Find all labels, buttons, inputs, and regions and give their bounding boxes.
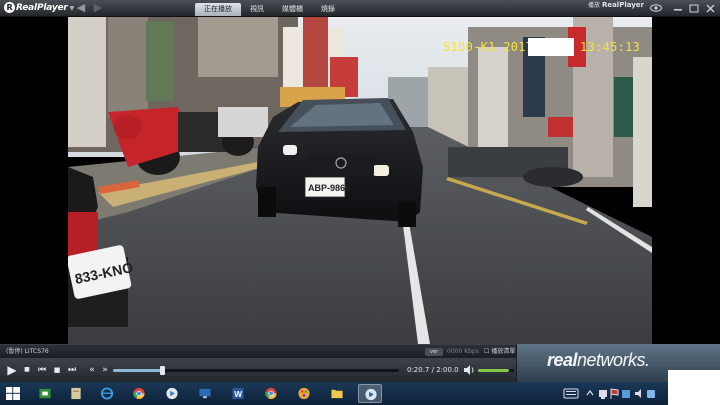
- forward-arrow-icon[interactable]: ▶: [92, 2, 104, 14]
- volume-icon[interactable]: [463, 364, 475, 376]
- system-tray: [560, 384, 660, 403]
- tab-now-playing[interactable]: 正在播放: [195, 3, 241, 16]
- seek-bar[interactable]: [113, 366, 399, 375]
- black-sedan: ABP-9866: [256, 98, 423, 227]
- store-icon: [39, 388, 51, 399]
- street-scene: 833-KNO ABP-9866: [68, 17, 652, 344]
- video-osd-text: S100-K1 2017: [443, 40, 534, 54]
- minimize-button[interactable]: [674, 9, 682, 11]
- video-frame: 833-KNO ABP-9866: [68, 17, 652, 344]
- folder-icon: [331, 389, 343, 399]
- seek-progress: [113, 369, 162, 372]
- tab-burn[interactable]: 燒錄: [312, 3, 344, 16]
- osd-redaction: [528, 38, 574, 56]
- video-osd-time: 13:45:13: [580, 40, 641, 54]
- tab-bar: 正在播放 視訊 媒體櫃 燒錄: [195, 3, 344, 16]
- start-button[interactable]: [6, 387, 20, 400]
- tray-chevron-icon[interactable]: [586, 390, 594, 396]
- security-icon[interactable]: [622, 390, 630, 398]
- app-name: RealPlayer: [16, 3, 68, 13]
- video-viewport[interactable]: 833-KNO ABP-9866 S100-K1 2017 13:45:13: [0, 17, 720, 344]
- network-icon[interactable]: [599, 390, 607, 399]
- chrome-icon: [133, 387, 145, 400]
- brand-top-label: 播放: [588, 2, 601, 9]
- clock-redaction: [668, 370, 720, 405]
- previous-button[interactable]: ⏮: [36, 363, 48, 377]
- media-player-icon: [166, 387, 178, 400]
- realplayer-menu-button[interactable]: R RealPlayer ▼: [4, 2, 74, 15]
- title-bar: R RealPlayer ▼ ◀ ▶ 正在播放 視訊 媒體櫃 燒錄 播放 RealP…: [0, 0, 720, 17]
- speaker-icon[interactable]: [635, 389, 641, 398]
- taskbar-app-chrome-alt[interactable]: [259, 384, 283, 403]
- status-chip[interactable]: ver: [425, 348, 443, 356]
- realplayer-brand: 播放 RealPlayer: [588, 2, 644, 15]
- fast-forward-button[interactable]: »: [99, 363, 111, 377]
- status-text: (暫停) LITCS76: [6, 348, 49, 355]
- taskbar-app-word[interactable]: W: [226, 384, 250, 403]
- window-controls: [672, 0, 720, 17]
- play-button[interactable]: ▶: [4, 363, 20, 377]
- monitor-icon: [199, 388, 211, 399]
- volume-level: [478, 369, 509, 372]
- rewind-button[interactable]: «: [86, 363, 98, 377]
- playlist-checkbox[interactable]: ☐ 播放清單: [484, 347, 515, 357]
- paint-icon: [298, 387, 310, 400]
- seek-thumb[interactable]: [159, 366, 165, 375]
- svg-text:W: W: [234, 389, 242, 399]
- taskbar-app-realplayer-taskbar[interactable]: [358, 384, 382, 403]
- tab-video[interactable]: 視訊: [241, 3, 273, 16]
- checkbox-icon[interactable]: ☐: [484, 348, 489, 355]
- car-plate: ABP-9866: [308, 183, 350, 193]
- explorer-file-icon: [71, 387, 81, 400]
- tab-library[interactable]: 媒體櫃: [273, 3, 312, 16]
- windows-taskbar: W: [0, 382, 720, 405]
- realplayer-window: R RealPlayer ▼ ◀ ▶ 正在播放 視訊 媒體櫃 燒錄 播放 RealP…: [0, 0, 720, 405]
- taskbar-app-chrome[interactable]: [127, 384, 151, 403]
- taskbar-app-monitor[interactable]: [193, 384, 217, 403]
- flag-icon[interactable]: [610, 388, 619, 399]
- realnetworks-logo: realnetworks.: [547, 350, 650, 371]
- brand-rest: networks.: [577, 350, 650, 370]
- tray-app-icon[interactable]: [647, 390, 655, 398]
- maximize-button[interactable]: [689, 4, 699, 13]
- stop-button[interactable]: ■: [22, 363, 32, 377]
- bitrate-label: 0000 Kbps: [447, 348, 479, 355]
- time-display: 0:20.7 / 2:00.0: [407, 366, 459, 374]
- taskbar-app-folder[interactable]: [325, 384, 349, 403]
- taskbar-app-store[interactable]: [33, 384, 57, 403]
- taskbar-app-media-player[interactable]: [160, 384, 184, 403]
- realplayer-taskbar-icon: [365, 388, 377, 401]
- internet-explorer-icon: [100, 387, 114, 400]
- keyboard-icon[interactable]: [563, 388, 579, 399]
- stop-square-button[interactable]: ■: [52, 363, 62, 377]
- brand-bold: real: [547, 350, 578, 370]
- next-button[interactable]: ⏭: [66, 363, 78, 377]
- realplayer-logo-icon: R: [4, 2, 15, 13]
- volume-slider[interactable]: [478, 369, 514, 372]
- taskbar-app-internet-explorer[interactable]: [95, 384, 119, 403]
- chrome-alt-icon: [265, 387, 277, 400]
- taskbar-app-explorer-file[interactable]: [64, 384, 88, 403]
- taskbar-app-paint[interactable]: [292, 384, 316, 403]
- back-arrow-icon[interactable]: ◀: [75, 2, 87, 14]
- brand-name-label: RealPlayer: [601, 1, 644, 9]
- playlist-checkbox-label: 播放清單: [491, 348, 516, 355]
- close-button[interactable]: [706, 4, 715, 13]
- word-icon: W: [232, 387, 244, 399]
- eye-icon[interactable]: [650, 4, 662, 12]
- chevron-down-icon: ▼: [69, 5, 75, 12]
